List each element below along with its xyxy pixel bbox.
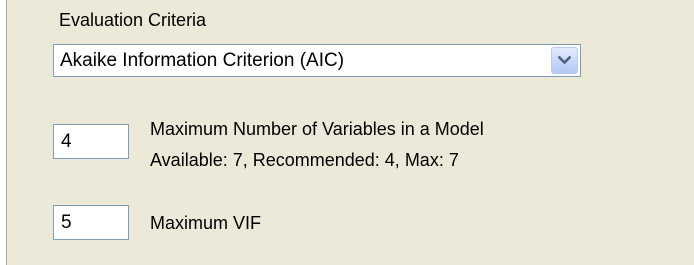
max-vif-label: Maximum VIF [150,213,262,233]
max-variables-info: Available: 7, Recommended: 4, Max: 7 [150,150,459,170]
dropdown-button[interactable] [551,47,578,74]
max-variables-label: Maximum Number of Variables in a Model [150,119,484,139]
panel-left-border [0,0,7,265]
evaluation-criteria-label: Evaluation Criteria [59,10,207,30]
chevron-down-icon [558,56,571,65]
max-variables-input[interactable] [54,125,128,158]
max-variables-field-box [53,124,129,159]
max-vif-field-box [53,205,129,240]
evaluation-criteria-dropdown[interactable]: Akaike Information Criterion (AIC) [53,44,581,77]
max-vif-input[interactable] [54,206,128,239]
evaluation-criteria-selected-value: Akaike Information Criterion (AIC) [60,50,345,71]
